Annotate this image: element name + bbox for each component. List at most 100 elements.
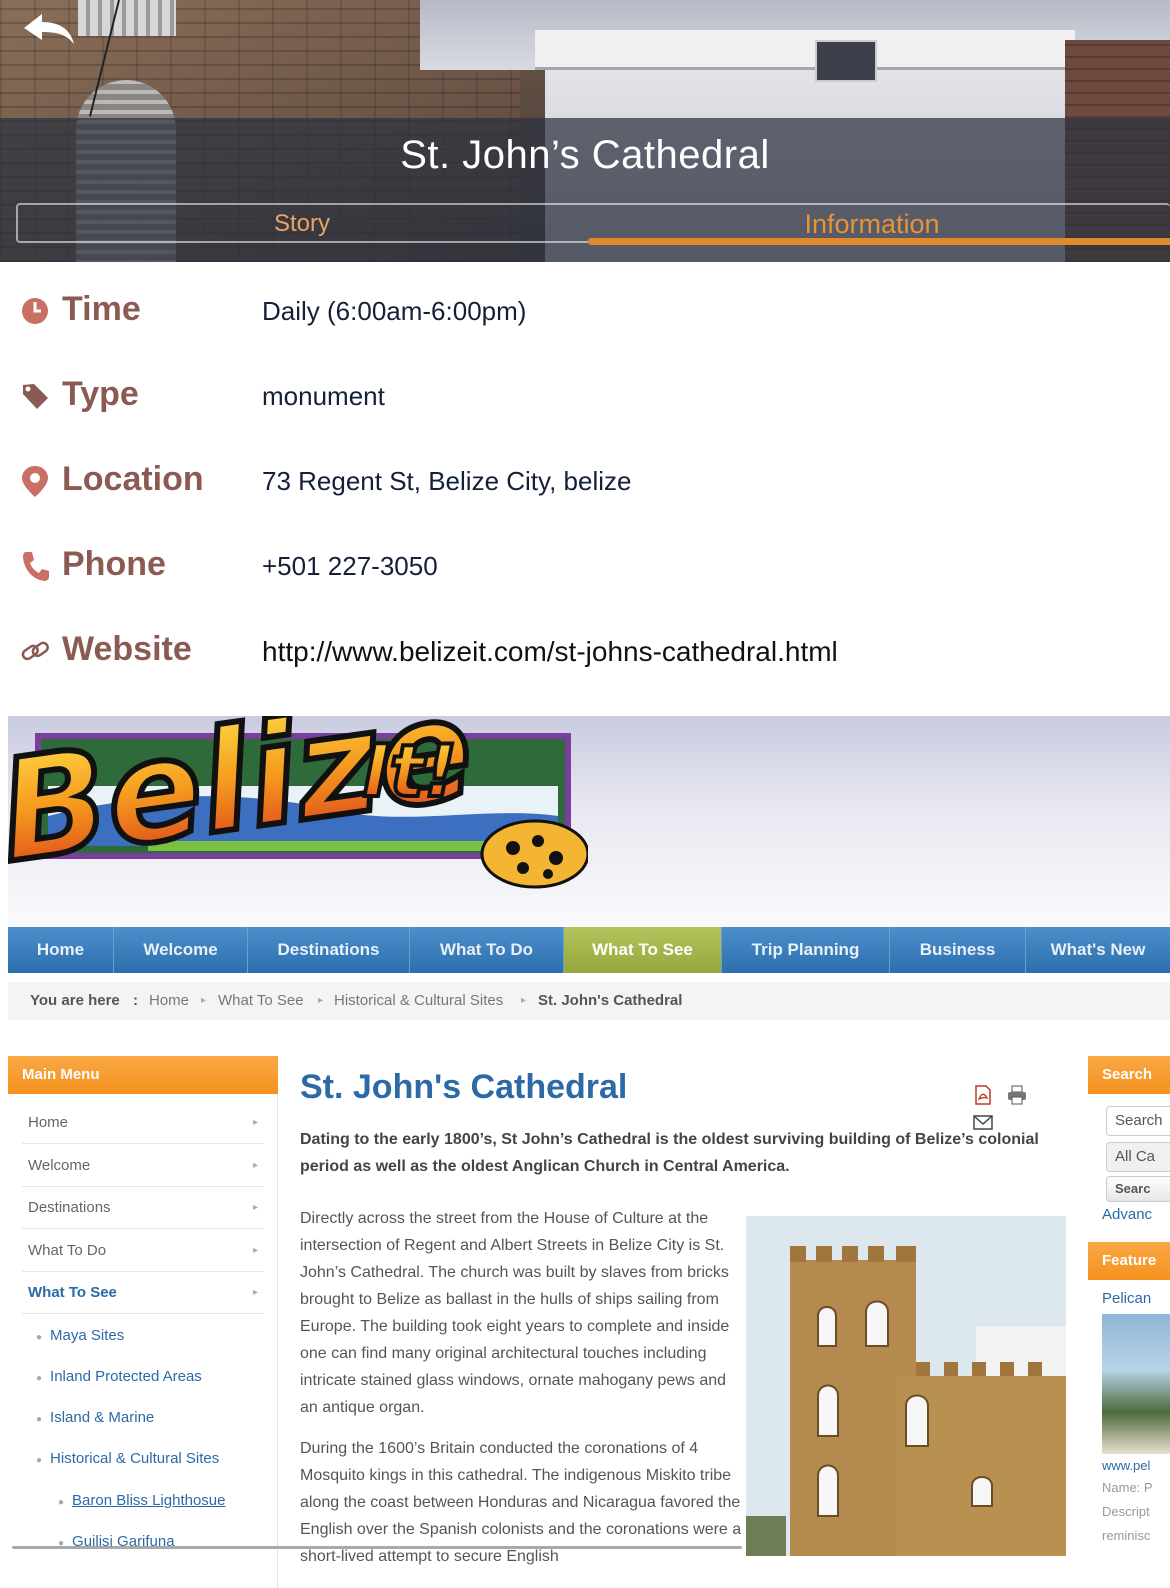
nav-business[interactable]: Business [890,927,1026,973]
menu-item-what-to-see[interactable]: What To See ▸ [22,1272,264,1314]
featured-description-text: reminisc [1102,1528,1151,1543]
menu-item-destinations[interactable]: Destinations ▸ [22,1187,264,1229]
pdf-icon[interactable] [972,1084,994,1106]
nav-what-to-do[interactable]: What To Do [410,927,564,973]
info-row-website: Website http://www.belizeit.com/st-johns… [0,622,1170,682]
submenu-label: Maya Sites [50,1327,125,1344]
submenu-maya-sites[interactable]: ● Maya Sites [36,1322,124,1350]
search-input[interactable]: Search [1106,1106,1170,1136]
chevron-right-icon: ▸ [521,995,527,1006]
main-menu: Main Menu Home ▸ Welcome ▸ Destinations ▸ W… [8,1056,278,1588]
info-value-phone[interactable]: +501 227-3050 [262,551,438,582]
info-value-website[interactable]: http://www.belizeit.com/st-johns-cathedr… [262,636,838,668]
article-paragraph-2: During the 1600’s Britain conducted the … [300,1440,742,1565]
menu-item-label: What To Do [28,1242,107,1259]
submenu-historical-cultural-sites[interactable]: ● Historical & Cultural Sites [36,1445,219,1473]
nav-welcome[interactable]: Welcome [114,927,248,973]
cathedral-photo [746,1216,1066,1556]
breadcrumb-historical-cultural[interactable]: Historical & Cultural Sites [334,992,503,1009]
submenu-inland-protected-areas[interactable]: ● Inland Protected Areas [36,1363,202,1391]
breadcrumb-home[interactable]: Home [149,992,189,1009]
nav-trip-planning[interactable]: Trip Planning [722,927,890,973]
horizontal-scrollbar[interactable] [12,1546,742,1549]
bullet-icon: ● [36,1414,43,1425]
menu-item-label: Welcome [28,1157,91,1174]
menu-item-label: What To See [28,1284,117,1301]
menu-item-home[interactable]: Home ▸ [22,1102,264,1144]
nav-whats-new[interactable]: What's New [1026,927,1170,973]
article-paragraph-1: Directly across the street from the Hous… [300,1210,730,1416]
featured-description: Descript [1102,1504,1150,1519]
submenu-label: Island & Marine [50,1409,155,1426]
chevron-right-icon: ▸ [201,995,207,1006]
tab-bar: Story Information [16,203,1170,245]
map-pin-icon [22,466,48,497]
hero-photo-window [78,0,176,36]
info-label-website: Website [62,630,192,668]
nav-destinations[interactable]: Destinations [248,927,410,973]
chevron-right-icon: ▸ [252,1117,258,1128]
site-banner: Belize It! [8,716,1170,928]
hero-header: St. John’s Cathedral Story Information [0,0,1170,262]
info-label-type: Type [62,375,139,413]
submenu-baron-bliss-lighthouse[interactable]: ● Baron Bliss Lighthosue [58,1487,225,1515]
submenu-guilisi-garifuna[interactable]: ● Guilisi Garifuna [58,1528,175,1556]
page-title: St. John’s Cathedral [400,133,770,177]
search-title: Search [1088,1056,1170,1094]
info-row-time: Time Daily (6:00am-6:00pm) [0,282,1170,342]
tab-active-indicator [588,238,1170,245]
submenu-label: Baron Bliss Lighthosue [72,1492,226,1509]
tab-story[interactable]: Story [18,205,586,243]
svg-text:It!: It! [363,729,457,813]
nav-what-to-see[interactable]: What To See [564,927,722,973]
submenu-label: Historical & Cultural Sites [50,1450,220,1467]
info-row-phone: Phone +501 227-3050 [0,537,1170,597]
info-label-time: Time [62,290,141,328]
featured-name: Name: P [1102,1480,1153,1495]
bullet-icon: ● [36,1455,43,1466]
back-arrow-icon[interactable] [20,10,80,50]
search-button[interactable]: Searc [1106,1176,1170,1202]
belize-it-logo[interactable]: Belize It! [8,716,588,906]
featured-title: Feature [1088,1242,1170,1280]
chevron-right-icon: ▸ [252,1287,258,1298]
submenu-label: Inland Protected Areas [50,1368,202,1385]
advanced-search-link[interactable]: Advanc [1102,1206,1152,1223]
clock-icon [22,298,48,324]
category-select[interactable]: All Ca [1106,1142,1170,1172]
info-label-location: Location [62,460,204,498]
article-lead: Dating to the early 1800’s, St John’s Ca… [300,1131,1039,1175]
bullet-icon: ● [36,1373,43,1384]
site-nav: Home Welcome Destinations What To Do Wha… [8,927,1170,973]
menu-item-label: Home [28,1114,69,1131]
nav-home[interactable]: Home [8,927,114,973]
featured-url[interactable]: www.pel [1102,1458,1150,1473]
print-icon[interactable] [1006,1084,1028,1106]
bullet-icon: ● [36,1332,43,1343]
breadcrumb-prefix: You are here [30,992,120,1009]
website-preview[interactable]: Belize It! Home Welcome Destinations Wha… [8,716,1170,1588]
submenu-island-marine[interactable]: ● Island & Marine [36,1404,154,1432]
menu-item-welcome[interactable]: Welcome ▸ [22,1145,264,1187]
chevron-right-icon: ▸ [252,1202,258,1213]
info-row-location: Location 73 Regent St, Belize City, beli… [0,452,1170,512]
phone-icon [23,552,49,581]
featured-link[interactable]: Pelican [1102,1290,1151,1307]
breadcrumb-what-to-see[interactable]: What To See [218,992,304,1009]
bullet-icon: ● [58,1538,65,1549]
chevron-right-icon: ▸ [252,1245,258,1256]
menu-item-label: Destinations [28,1199,111,1216]
link-icon [21,641,49,661]
tag-icon [23,384,48,409]
article: St. John's Cathedral Dating to the early… [300,1056,1080,1588]
menu-item-what-to-do[interactable]: What To Do ▸ [22,1230,264,1272]
info-value-location[interactable]: 73 Regent St, Belize City, belize [262,466,631,497]
info-row-type: Type monument [0,367,1170,427]
chevron-right-icon: ▸ [252,1160,258,1171]
chevron-right-icon: ▸ [318,995,324,1006]
featured-photo[interactable] [1102,1314,1170,1454]
breadcrumb-colon: : [133,992,138,1009]
article-title: St. John's Cathedral [300,1068,628,1106]
bullet-icon: ● [58,1497,65,1508]
article-tools [972,1084,1062,1130]
